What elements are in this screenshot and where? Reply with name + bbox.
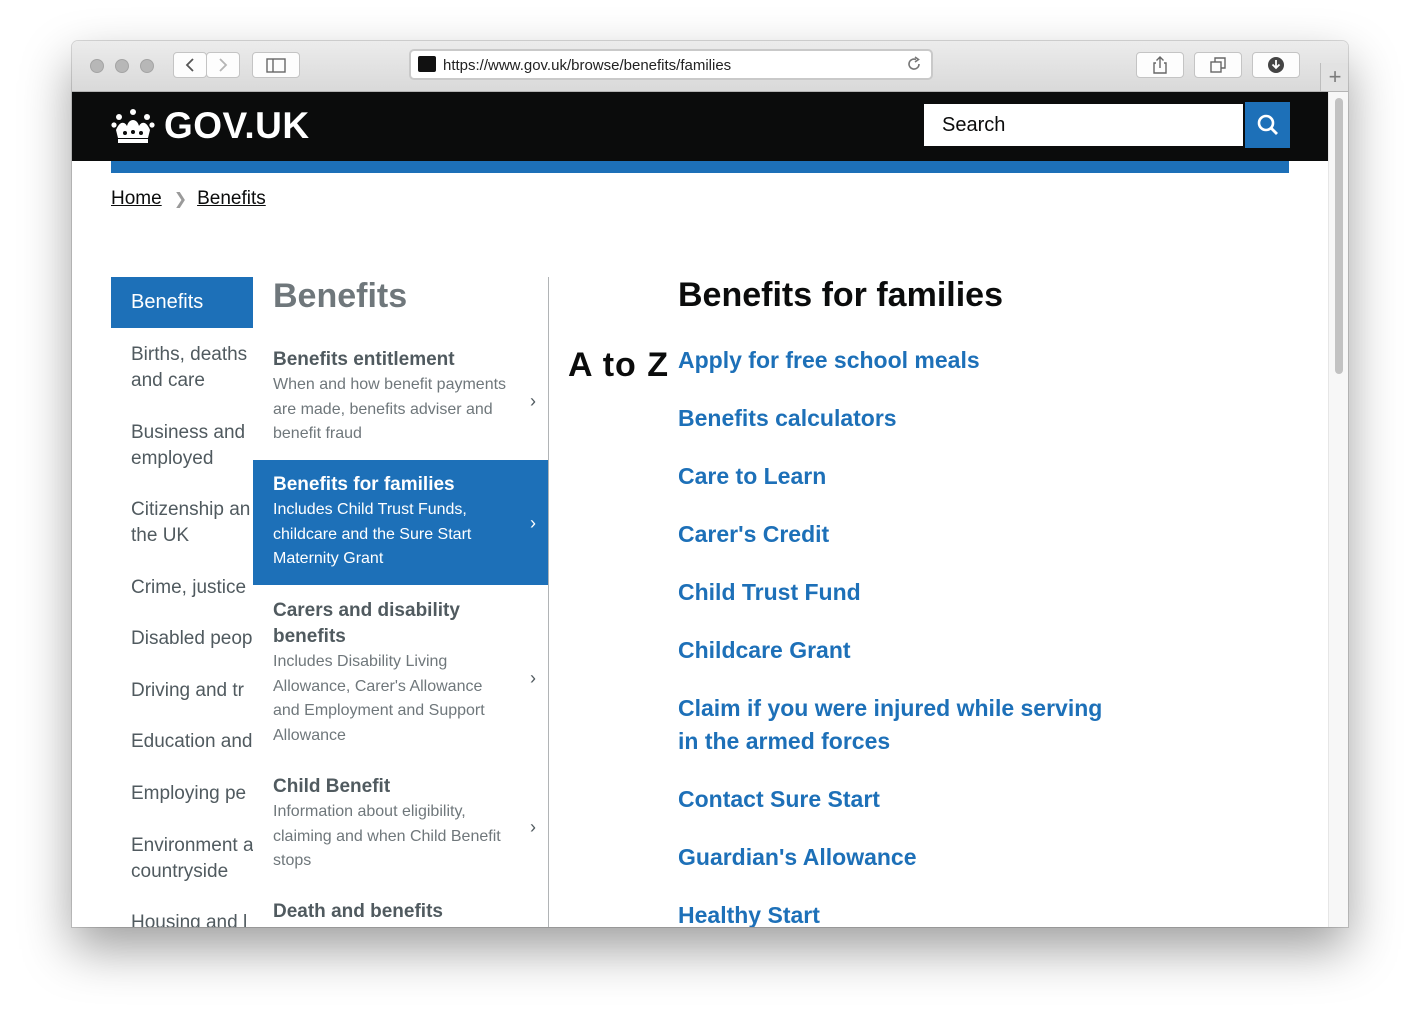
content-link[interactable]: Apply for free school meals	[678, 344, 1118, 377]
content-link[interactable]: Carer's Credit	[678, 518, 1118, 551]
subtopic-item[interactable]: Child Benefit Information about eligibil…	[253, 774, 548, 879]
logo-text: GOV.UK	[164, 105, 310, 146]
crown-icon	[111, 109, 155, 143]
topic-item[interactable]: Disabled peop	[131, 626, 253, 652]
scrollbar-thumb[interactable]	[1335, 98, 1343, 374]
subtopic-description: Information about eligibility, claiming …	[273, 803, 501, 869]
url-text: https://www.gov.uk/browse/benefits/famil…	[443, 57, 732, 74]
subtopic-item[interactable]: Death and benefits	[253, 899, 548, 927]
content-link[interactable]: Contact Sure Start	[678, 783, 1118, 816]
topic-item[interactable]: Driving and tr	[131, 678, 253, 704]
subtopic-title: Carers and disability benefits	[273, 600, 460, 647]
topic-item[interactable]: Births, deaths and care	[131, 342, 253, 394]
subtopic-description: Includes Child Trust Funds, childcare an…	[273, 501, 472, 567]
header-blue-bar	[111, 161, 1289, 173]
chevron-right-icon: ›	[530, 668, 536, 688]
chevron-right-icon: ›	[530, 816, 536, 837]
web-page: GOV.UK Search Home ❯ Benefits Benefits B…	[72, 92, 1328, 927]
subtopic-description: Includes Disability Living Allowance, Ca…	[273, 653, 485, 744]
minimize-window-button[interactable]	[115, 59, 129, 73]
govuk-favicon-icon	[418, 56, 436, 72]
chevron-right-icon: ›	[530, 391, 536, 411]
forward-button[interactable]	[206, 52, 240, 78]
topic-item[interactable]: Employing pe	[131, 781, 253, 807]
plus-icon: +	[1328, 64, 1342, 89]
sidebar-icon	[266, 57, 286, 73]
content-link[interactable]: Childcare Grant	[678, 634, 1118, 667]
search-icon	[1257, 114, 1278, 135]
content-link[interactable]: Healthy Start	[678, 899, 1118, 927]
chevron-left-icon	[185, 58, 194, 72]
subtopics-heading: Benefits	[273, 277, 408, 315]
govuk-header: GOV.UK Search	[72, 92, 1328, 161]
topic-item-benefits-active[interactable]: Benefits	[111, 277, 253, 328]
topic-item[interactable]: Education and	[131, 729, 253, 755]
chevron-right-icon: ›	[530, 512, 536, 533]
breadcrumb: Home ❯ Benefits	[111, 188, 266, 210]
downloads-button[interactable]	[1252, 52, 1300, 78]
subtopic-title: Death and benefits	[273, 901, 443, 922]
chevron-right-icon	[219, 58, 228, 72]
topic-item[interactable]: Housing and l	[131, 910, 253, 927]
close-window-button[interactable]	[90, 59, 104, 73]
subtopic-item-active[interactable]: Benefits for families Includes Child Tru…	[253, 460, 548, 585]
content-link[interactable]: Care to Learn	[678, 460, 1118, 493]
breadcrumb-benefits-link[interactable]: Benefits	[197, 188, 266, 210]
topic-item[interactable]: Citizenship an the UK	[131, 497, 253, 549]
subtopic-title: Child Benefit	[273, 776, 391, 797]
content-link[interactable]: Guardian's Allowance	[678, 841, 1118, 874]
breadcrumb-home-link[interactable]: Home	[111, 188, 162, 210]
subtopic-item[interactable]: Benefits entitlement When and how benefi…	[253, 347, 548, 455]
page-title: Benefits for families	[678, 276, 1003, 314]
tabs-overview-button[interactable]	[1194, 52, 1242, 78]
topics-column: Benefits Births, deaths and care Busines…	[111, 277, 253, 927]
browser-window: https://www.gov.uk/browse/benefits/famil…	[72, 41, 1348, 927]
topic-item[interactable]: Business and employed	[131, 420, 253, 472]
page-scrollbar[interactable]	[1328, 92, 1348, 927]
content-link[interactable]: Benefits calculators	[678, 402, 1118, 435]
address-bar[interactable]: https://www.gov.uk/browse/benefits/famil…	[409, 49, 933, 80]
subtopics-column: Benefits Benefits entitlement When and h…	[253, 277, 549, 927]
reload-icon[interactable]	[905, 55, 923, 73]
subtopic-item[interactable]: Carers and disability benefits Includes …	[253, 598, 548, 758]
zoom-window-button[interactable]	[140, 59, 154, 73]
download-icon	[1268, 57, 1284, 73]
chevron-right-icon: ❯	[173, 191, 188, 208]
share-button[interactable]	[1136, 52, 1184, 78]
content-link[interactable]: Claim if you were injured while serving …	[678, 692, 1118, 758]
search-input[interactable]: Search	[922, 102, 1245, 148]
content-link[interactable]: Child Trust Fund	[678, 576, 1118, 609]
topic-item[interactable]: Environment a countryside	[131, 833, 253, 885]
share-icon	[1153, 56, 1167, 74]
new-tab-button[interactable]: +	[1320, 63, 1348, 91]
topic-item[interactable]: Crime, justice	[131, 575, 253, 601]
subtopic-description: When and how benefit payments are made, …	[273, 376, 507, 442]
subtopic-title: Benefits entitlement	[273, 349, 455, 370]
govuk-logo[interactable]: GOV.UK	[110, 106, 310, 146]
subtopic-title: Benefits for families	[273, 474, 455, 495]
tabs-icon	[1210, 57, 1226, 73]
search-button[interactable]	[1245, 102, 1290, 148]
a-to-z-label: A to Z	[568, 346, 670, 384]
back-button[interactable]	[173, 52, 207, 78]
browser-toolbar: https://www.gov.uk/browse/benefits/famil…	[72, 41, 1348, 92]
sidebar-toggle-button[interactable]	[252, 52, 300, 78]
